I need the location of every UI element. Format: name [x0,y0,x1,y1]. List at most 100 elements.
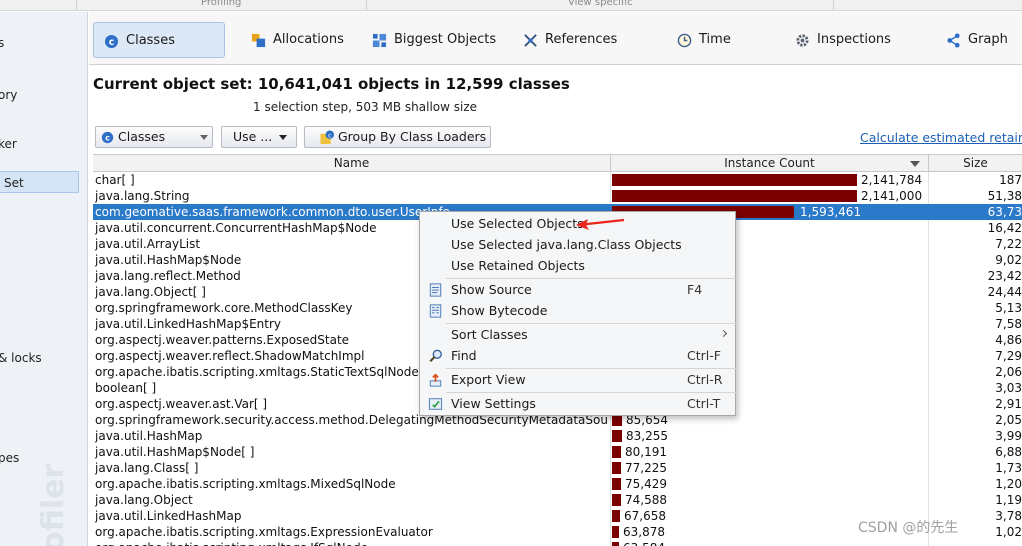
classes-icon: c [104,34,119,49]
instance-count: 63,584 [623,540,665,546]
menu-separator [446,278,736,279]
table-row[interactable]: java.lang.Class[ ] 77,225 1,73 [93,460,1022,476]
menu-item-export-view[interactable]: Export View Ctrl-R [421,370,734,390]
class-name: java.util.HashMap [95,429,203,443]
class-name: org.apache.ibatis.scripting.xmltags.Mixe… [95,477,396,491]
table-row[interactable]: java.util.HashMap 83,255 3,99 [93,428,1022,444]
instance-count-bar [612,494,621,506]
menu-item-view-settings[interactable]: View Settings Ctrl-T [421,394,734,414]
instance-count-bar [612,478,621,490]
menu-item-label: Export View [451,372,526,387]
class-name: char[ ] [95,173,135,187]
sidebar-item[interactable]: s [0,32,87,54]
tab-graph[interactable]: Graph [936,22,1016,58]
shallow-size: 3,03 [995,381,1022,395]
menu-item-show-bytecode[interactable]: Show Bytecode [421,301,734,321]
view-select[interactable]: c Classes [95,126,213,148]
menu-shortcut: Ctrl-F [687,348,721,363]
table-row[interactable]: java.util.HashMap$Node[ ] 80,191 6,88 [93,444,1022,460]
classes-icon: c [101,131,114,144]
tab-time[interactable]: Time [667,22,747,58]
clock-icon [677,33,692,48]
class-name: org.apache.ibatis.scripting.xmltags.IfSq… [95,540,609,546]
class-name: org.apache.ibatis.scripting.xmltags.Expr… [95,525,433,539]
shallow-size: 6,88 [995,445,1022,459]
shallow-size: 5,13 [995,301,1022,315]
instance-count: 74,588 [625,493,667,507]
section-strip: Profiling View specific [0,0,1022,11]
biggest-objects-icon [372,33,387,48]
menu-separator [446,368,736,369]
chevron-down-icon [200,135,208,140]
column-name[interactable]: Name [93,155,611,172]
instance-count-bar [612,174,857,186]
export-icon [429,373,442,387]
menu-item-label: Find [451,348,477,363]
svg-text:c: c [105,132,110,142]
calculate-retained-link[interactable]: Calculate estimated retained [860,130,1022,145]
column-size[interactable]: Size [929,155,1022,172]
sidebar-item[interactable]: & locks [0,347,87,369]
menu-item-label: View Settings [451,396,536,411]
table-row[interactable]: java.lang.String 2,141,000 51,38 [93,188,1022,204]
menu-item-label: Use Selected Objects [451,216,584,231]
instance-count: 80,191 [625,445,667,459]
shallow-size: 63,73 [987,205,1022,219]
sidebar-item[interactable]: ker [0,133,87,155]
instance-count: 2,141,784 [861,173,923,187]
tab-classes[interactable]: c Classes [93,22,225,58]
sidebar-item[interactable]: ory [0,84,87,106]
tab-label: Biggest Objects [394,32,497,47]
instance-count: 2,141,000 [861,189,923,203]
shallow-size: 51,38 [987,189,1022,203]
menu-shortcut: F4 [687,282,703,297]
class-name: java.util.HashMap$Node[ ] [95,445,255,459]
menu-item-show-source[interactable]: Show Source F4 [421,280,734,300]
shallow-size: 9,02 [995,253,1022,267]
section-view-specific: View specific [568,0,633,8]
tab-references[interactable]: References [513,22,633,58]
references-icon [524,34,537,47]
shallow-size: 2,91 [995,397,1022,411]
menu-item-sort-classes[interactable]: Sort Classes [421,325,734,345]
table-row[interactable]: org.apache.ibatis.scripting.xmltags.IfSq… [93,540,1022,546]
section-divider [833,0,834,11]
table-row[interactable]: java.lang.Object 74,588 1,19 [93,492,1022,508]
menu-item-label: Show Bytecode [451,303,548,318]
shallow-size: 7,58 [995,317,1022,331]
column-instance-count[interactable]: Instance Count [611,155,929,172]
section-divider [76,0,77,11]
sidebar-item-current-set[interactable]: Set [0,171,79,193]
shallow-size: 7,22 [995,237,1022,251]
chevron-down-icon [279,135,287,140]
menu-item-use-selected-class-objects[interactable]: Use Selected java.lang.Class Objects [421,235,734,255]
tab-inspections[interactable]: Inspections [785,22,905,58]
menu-item-use-retained-objects[interactable]: Use Retained Objects [421,256,734,276]
table-row[interactable]: char[ ] 2,141,784 187 [93,172,1022,188]
group-by-class-loaders-button[interactable]: c Group By Class Loaders [304,126,491,148]
selection-summary: 1 selection step, 503 MB shallow size [253,100,478,114]
shallow-size: 1,20 [995,477,1022,491]
chevron-right-icon [719,329,728,338]
instance-count: 63,878 [623,525,665,539]
tab-label: References [545,32,618,47]
shallow-size: 16,42 [987,221,1022,235]
use-button[interactable]: Use ... [221,126,297,148]
menu-item-find[interactable]: Find Ctrl-F [421,346,734,366]
sort-descending-icon [910,161,920,167]
shallow-size: 1,19 [995,493,1022,507]
search-icon [429,349,442,363]
menu-shortcut: Ctrl-R [687,372,723,387]
tab-label: Allocations [273,32,344,47]
menu-item-label: Use Selected java.lang.Class Objects [451,237,682,252]
shallow-size: 3,99 [995,429,1022,443]
class-name: java.lang.String [95,189,190,203]
csdn-watermark: CSDN @的先生 [858,520,959,536]
table-row[interactable]: org.apache.ibatis.scripting.xmltags.Mixe… [93,476,1022,492]
view-tabbar: c Classes Allocations Biggest Objects Re… [89,12,1022,65]
group-button-label: Group By Class Loaders [338,129,487,144]
tab-allocations[interactable]: Allocations [241,22,351,58]
tab-biggest-objects[interactable]: Biggest Objects [362,22,502,58]
instance-count: 83,255 [626,429,668,443]
view-select-value: Classes [118,129,166,144]
